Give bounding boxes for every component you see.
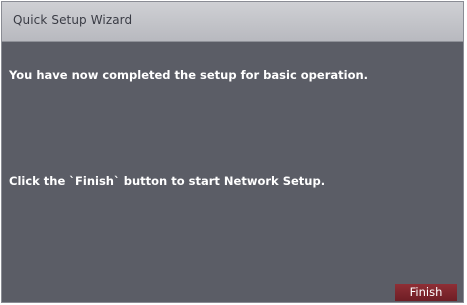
dialog-title-bar: Quick Setup Wizard	[2, 2, 463, 42]
finish-button[interactable]: Finish	[395, 284, 457, 301]
finish-instruction-message: Click the `Finish` button to start Netwo…	[9, 174, 326, 188]
quick-setup-wizard-dialog: Quick Setup Wizard You have now complete…	[1, 1, 464, 303]
setup-complete-message: You have now completed the setup for bas…	[9, 68, 369, 82]
dialog-title: Quick Setup Wizard	[13, 13, 133, 27]
